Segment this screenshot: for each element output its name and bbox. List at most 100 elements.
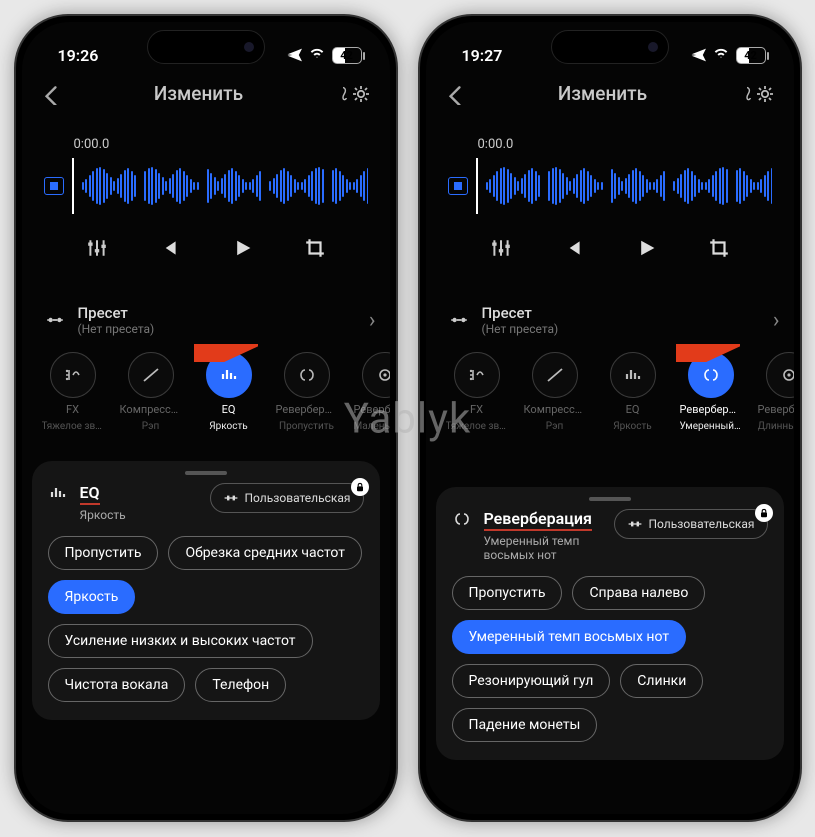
crop-icon [304,237,326,259]
track-badge[interactable] [44,177,64,195]
effect-ревербераци..[interactable]: Ревербераци.. Маленький к.. [356,352,390,432]
fx-icon[interactable] [454,352,500,398]
preset-pill[interactable]: Усиление низких и высоких частот [48,624,313,658]
custom-preset-button[interactable]: Пользовательская [210,483,364,513]
effect-strip[interactable]: FX Тяжелое зву.. Компрессор Рэп EQ Яркос… [426,344,794,432]
playhead[interactable] [72,158,74,214]
transport-controls [44,214,368,270]
reverb2-icon[interactable] [362,352,390,398]
reverb-icon[interactable] [284,352,330,398]
waveform-chunk [207,166,262,206]
crop-button[interactable] [708,237,730,259]
effect-strip[interactable]: FX Тяжелое зву.. Компрессор Рэп EQ Яркос… [22,344,390,432]
settings-button[interactable] [335,84,371,104]
fx-icon [467,365,487,385]
fx-icon [63,365,83,385]
preset-pill[interactable]: Умеренный темп восьмых нот [452,620,687,654]
preset-pill[interactable]: Чистота вокала [48,668,186,702]
preset-pill[interactable]: Пропустить [452,576,563,610]
lock-icon [351,478,369,496]
waveform-chunk [332,166,368,206]
preset-sub: (Нет пресета) [78,322,155,336]
preset-pill[interactable]: Слинки [620,664,703,698]
effect-caption: Маленький к.. [354,421,390,432]
dynamic-island [147,30,265,64]
previous-button[interactable] [158,237,180,259]
playhead[interactable] [476,158,478,214]
eq-icon[interactable] [610,352,656,398]
chevron-right-icon[interactable]: › [369,308,376,333]
eq-icon [623,365,643,385]
sheet-handle[interactable] [185,471,227,475]
preset-row[interactable]: Пресет (Нет пресета) › [426,270,794,344]
preset-pill[interactable]: Пропустить [48,536,159,570]
mixer-button[interactable] [490,237,512,259]
effect-name: Компрессор [120,403,182,416]
 [758,507,770,519]
phone-frame: 19:26 42 Изменить 0:00.0 [14,14,398,822]
preset-pill[interactable]: Обрезка средних частот [168,536,362,570]
preset-pill[interactable]: Яркость [48,580,136,614]
knobs-icon [448,309,470,331]
previous-button[interactable] [562,237,584,259]
crop-button[interactable] [304,237,326,259]
effect-caption: Пропустить [279,421,334,432]
sheet-handle[interactable] [589,497,631,501]
battery-indicator: 42 [332,47,362,64]
waveform-chunk [82,166,137,206]
preset-label: Пресет [78,304,155,322]
waveform[interactable] [486,163,772,209]
 [354,481,366,493]
reverb2-icon[interactable] [766,352,794,398]
effect-ревербераци..[interactable]: Ревербераци.. Пропустить [278,352,336,432]
compressor-icon[interactable] [128,352,174,398]
effect-компрессор[interactable]: Компрессор Рэп [122,352,180,432]
effect-caption: Умеренный .. [680,421,742,432]
effect-ревербераци..[interactable]: Ревербераци.. Умеренный .. [682,352,740,432]
preset-pill[interactable]: Резонирующий гул [452,664,611,698]
effect-name: Ревербераци.. [354,403,390,416]
effect-компрессор[interactable]: Компрессор Рэп [526,352,584,432]
preset-pill[interactable]: Телефон [195,668,286,702]
effect-name: FX [470,403,483,416]
reverb2-icon [375,365,390,385]
compressor-icon [545,365,565,385]
reverb-icon [701,365,721,385]
preset-row[interactable]: Пресет (Нет пресета) › [22,270,390,344]
custom-label: Пользовательская [649,517,755,531]
effect-sheet: Реверберация Умеренный темп восьмых нот … [436,487,784,760]
preset-pill[interactable]: Справа налево [572,576,705,610]
eq-icon[interactable] [206,352,252,398]
dynamic-island [551,30,669,64]
play-button[interactable] [634,236,658,260]
 [452,509,472,529]
preset-pills: Пропустить Обрезка средних частот Яркост… [48,536,364,702]
reverb-icon[interactable] [688,352,734,398]
custom-preset-button[interactable]: Пользовательская [614,509,768,539]
sheet-title: EQ [80,483,100,505]
mixer-button[interactable] [86,237,108,259]
chevron-right-icon[interactable]: › [773,308,780,333]
lock-icon [755,504,773,522]
back-button[interactable] [444,83,466,105]
knobs-icon [44,309,66,331]
effect-ревербераци..[interactable]: Ревербераци.. Длинный и у.. [760,352,794,432]
effect-eq[interactable]: EQ Яркость [604,352,662,432]
waveform[interactable] [82,163,368,209]
fx-icon[interactable] [50,352,96,398]
effect-name: EQ [222,403,236,416]
settings-button[interactable] [739,84,775,104]
play-button[interactable] [230,236,254,260]
effect-caption: Яркость [613,421,651,432]
page-title: Изменить [154,82,243,105]
preset-pill[interactable]: Падение монеты [452,708,598,742]
effect-fx[interactable]: FX Тяжелое зву.. [448,352,506,432]
track-badge[interactable] [448,177,468,195]
effect-name: EQ [626,403,640,416]
compressor-icon[interactable] [532,352,578,398]
effect-eq[interactable]: EQ Яркость [200,352,258,432]
back-button[interactable] [40,83,62,105]
eq-icon [219,365,239,385]
effect-fx[interactable]: FX Тяжелое зву.. [44,352,102,432]
skip-back-icon [158,237,180,259]
